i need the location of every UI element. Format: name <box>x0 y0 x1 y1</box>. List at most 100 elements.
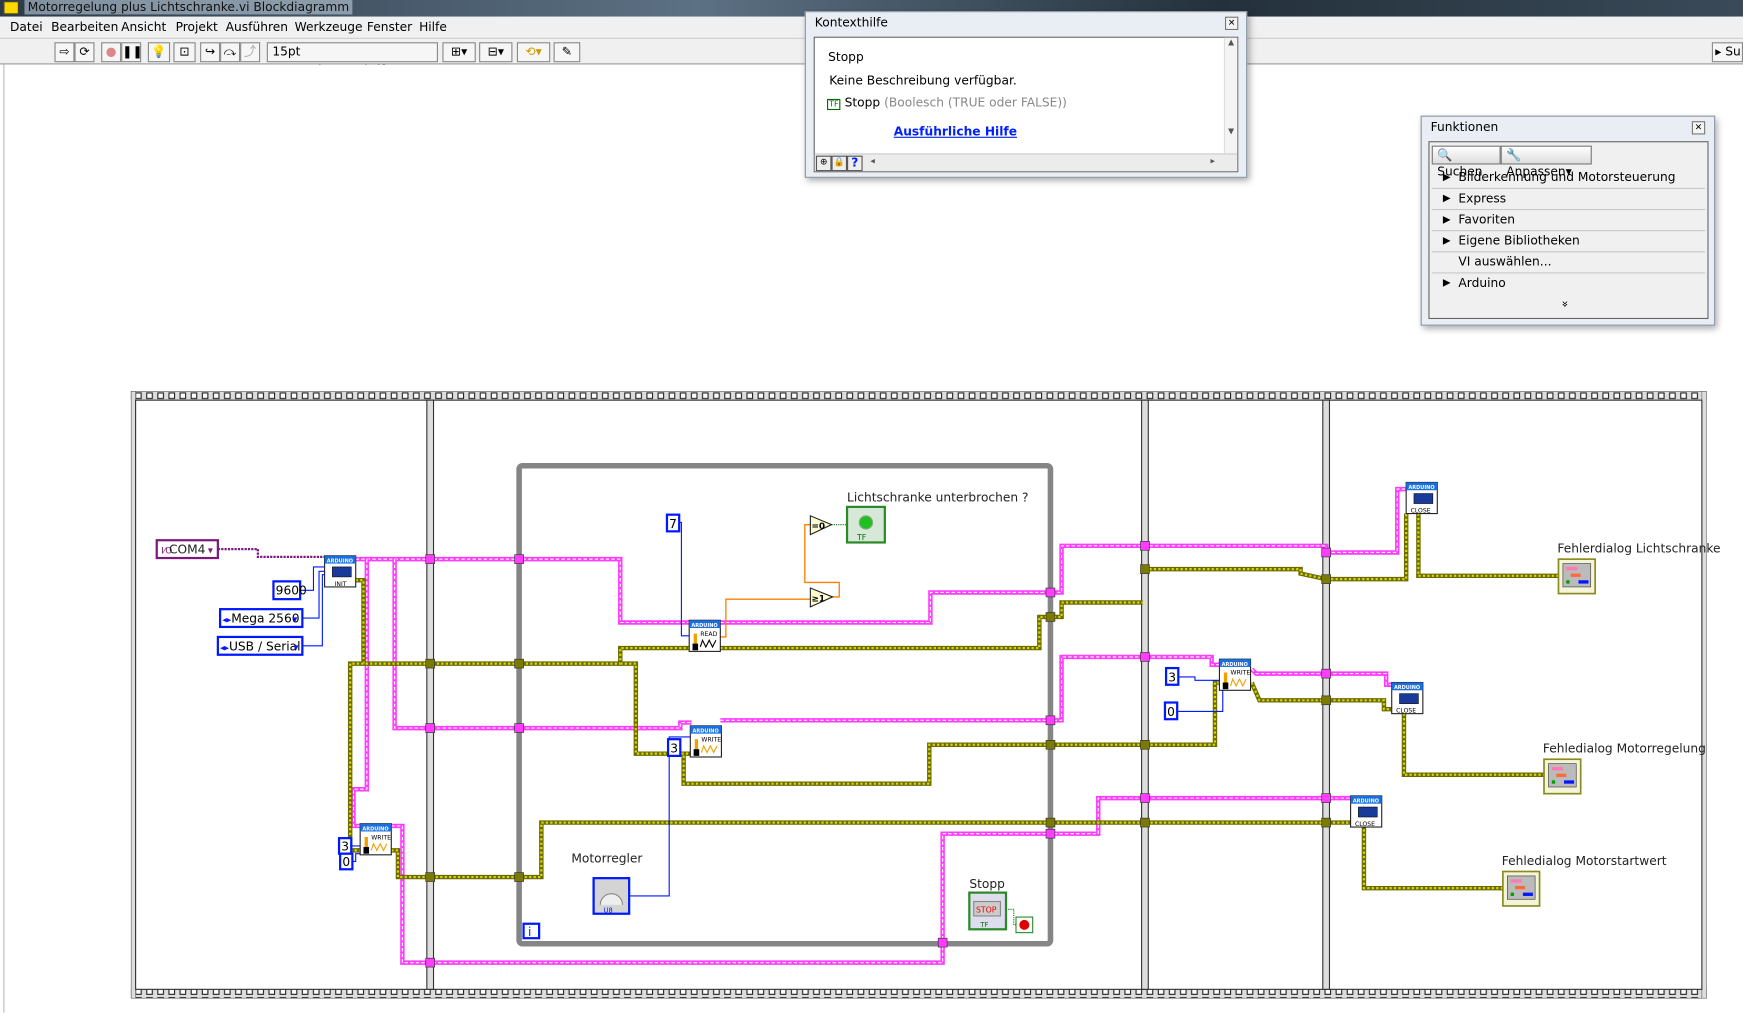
baud-rate-constant[interactable]: 9600 <box>272 580 307 601</box>
refnum-tunnel[interactable] <box>1045 715 1056 726</box>
read-pin-constant[interactable]: 7 <box>665 513 681 533</box>
refnum-tunnel[interactable] <box>514 554 524 564</box>
equal-zero-function[interactable]: =0 <box>809 514 833 536</box>
integer-wire[interactable] <box>804 524 840 598</box>
loop-condition-stop-icon[interactable] <box>1015 916 1034 934</box>
palette-item-vi-auswaehlen[interactable]: VI auswählen... <box>1431 252 1706 274</box>
palette-item-express[interactable]: ▶ Express <box>1431 189 1706 211</box>
error-cluster-wire[interactable] <box>347 661 364 853</box>
arduino-write-node[interactable]: ARDUINOWRITE <box>359 823 392 856</box>
greater-equal-function[interactable]: ≥1 <box>809 587 835 608</box>
error-tunnel[interactable] <box>1140 564 1150 574</box>
refnum-tunnel[interactable] <box>937 937 948 948</box>
while-loop[interactable] <box>516 462 1054 947</box>
error-cluster-wire[interactable] <box>681 680 1221 786</box>
search-button[interactable]: 🔍Suchen <box>1431 145 1501 179</box>
detailed-help-link[interactable]: Ausführliche Hilfe <box>894 124 1017 138</box>
write-value-init-value: 0 <box>342 855 350 869</box>
wrench-icon: 🔧 <box>1506 147 1522 163</box>
wire-pattern <box>1417 513 1559 577</box>
led-indicator-terminal[interactable]: TF <box>845 505 886 544</box>
error-tunnel[interactable] <box>514 658 524 669</box>
refnum-tunnel[interactable] <box>1140 652 1150 662</box>
visa-refnum-wire[interactable] <box>355 556 690 625</box>
indicator-label: Lichtschranke unterbrochen ? <box>847 490 1028 504</box>
visa-resource-wire[interactable] <box>217 548 325 559</box>
write-pin-init-constant[interactable]: 3 <box>337 837 353 855</box>
refnum-tunnel[interactable] <box>1140 793 1150 803</box>
arduino-brand-label: ARDUINO <box>693 729 719 735</box>
stop-label: Stopp <box>969 877 1005 891</box>
numeric-wire[interactable] <box>1178 676 1221 681</box>
visa-refnum-wire[interactable] <box>392 559 692 731</box>
arduino-close-node[interactable]: ARDUINO CLOSE <box>1405 481 1438 514</box>
arduino-write-node[interactable]: ARDUINOWRITE <box>689 725 722 758</box>
refnum-tunnel[interactable] <box>1045 587 1056 598</box>
error-cluster-wire[interactable] <box>1401 713 1545 778</box>
stop-button-terminal[interactable]: STOP TF <box>968 891 1008 931</box>
write-value-end-constant[interactable]: 0 <box>1163 701 1179 721</box>
board-type-enum[interactable]: ◂▸ Mega 2560▾ <box>218 608 304 629</box>
refnum-tunnel[interactable] <box>1321 668 1331 679</box>
palette-item-bilderkennung[interactable]: ▶ Bilderkennung und Motorsteuerung <box>1431 168 1706 189</box>
error-tunnel[interactable] <box>1321 574 1331 584</box>
error-tunnel[interactable] <box>1045 817 1056 828</box>
palette-item-eigene-bibliotheken[interactable]: ▶ Eigene Bibliotheken <box>1431 231 1706 253</box>
palette-item-arduino[interactable]: ▶ Arduino <box>1432 273 1705 294</box>
error-tunnel[interactable] <box>1140 739 1150 750</box>
node-label: WRITE <box>1231 670 1251 677</box>
error-cluster-wire[interactable] <box>1416 513 1559 579</box>
scroll-right-icon[interactable]: ▸ <box>1211 156 1215 166</box>
simple-error-handler-icon[interactable] <box>1543 758 1582 795</box>
error-tunnel[interactable] <box>514 872 524 882</box>
close-icon[interactable]: ✕ <box>1691 121 1706 135</box>
arduino-init-node[interactable]: ARDUINO INIT <box>324 555 357 588</box>
palette-item-label: Arduino <box>1458 275 1506 291</box>
arduino-write-node[interactable]: ARDUINOWRITE <box>1218 658 1252 691</box>
error-dialog-label: Fehledialog Motorregelung <box>1543 742 1706 756</box>
write-value-init-constant[interactable]: 0 <box>339 852 354 871</box>
arduino-close-node[interactable]: ARDUINO CLOSE <box>1391 681 1424 715</box>
refnum-tunnel[interactable] <box>1140 541 1150 551</box>
error-tunnel[interactable] <box>1321 695 1331 706</box>
vertical-scrollbar[interactable]: ▲ ▼ <box>1223 37 1238 154</box>
refnum-tunnel[interactable] <box>1045 828 1056 839</box>
arduino-read-node[interactable]: ARDUINO READ <box>688 619 721 652</box>
error-tunnel[interactable] <box>1045 612 1056 622</box>
node-label: CLOSE <box>1396 708 1416 715</box>
error-cluster-wire[interactable] <box>391 820 1351 880</box>
boolean-wire[interactable] <box>1005 908 1017 926</box>
scroll-left-icon[interactable]: ◂ <box>870 156 874 166</box>
lock-icon[interactable]: 🔒 <box>831 155 848 172</box>
refnum-tunnel[interactable] <box>425 554 435 564</box>
error-tunnel[interactable] <box>425 658 435 669</box>
visa-resource-constant[interactable]: I⁄O COM4 ▾ <box>155 539 219 560</box>
error-cluster-wire[interactable] <box>1361 824 1503 891</box>
error-tunnel[interactable] <box>1321 817 1331 828</box>
help-question-icon[interactable]: ? <box>847 155 863 172</box>
close-icon[interactable]: ✕ <box>1224 16 1239 31</box>
error-tunnel[interactable] <box>1045 739 1056 750</box>
simple-error-handler-icon[interactable] <box>1502 870 1541 907</box>
write-pin-loop-constant[interactable]: 3 <box>666 738 682 757</box>
error-tunnel[interactable] <box>1140 817 1150 828</box>
numeric-wire[interactable] <box>679 521 690 637</box>
motorregler-knob-terminal[interactable]: U8 <box>592 877 631 915</box>
refnum-tunnel[interactable] <box>514 723 524 733</box>
baud-rate-value: 9600 <box>276 584 307 598</box>
refnum-tunnel[interactable] <box>1321 547 1331 558</box>
arduino-close-node[interactable]: ARDUINO CLOSE <box>1350 795 1383 828</box>
customize-button[interactable]: 🔧Anpassen▾ <box>1500 145 1592 179</box>
connection-type-enum[interactable]: ◂▸ USB / Serial▾ <box>216 635 304 656</box>
wire-pattern <box>394 559 692 729</box>
expand-more-chevron-icon[interactable]: » <box>1558 301 1570 308</box>
error-tunnel[interactable] <box>425 872 435 882</box>
simple-error-handler-icon[interactable] <box>1557 558 1596 595</box>
refnum-tunnel[interactable] <box>425 957 435 968</box>
refnum-tunnel[interactable] <box>1321 793 1331 803</box>
integer-wire[interactable] <box>720 598 812 638</box>
refnum-tunnel[interactable] <box>425 723 435 733</box>
palette-item-favoriten[interactable]: ▶ Favoriten <box>1431 210 1706 232</box>
show-optional-terminals-icon[interactable]: ⊕ <box>815 155 832 172</box>
write-pin-end-constant[interactable]: 3 <box>1164 666 1180 686</box>
